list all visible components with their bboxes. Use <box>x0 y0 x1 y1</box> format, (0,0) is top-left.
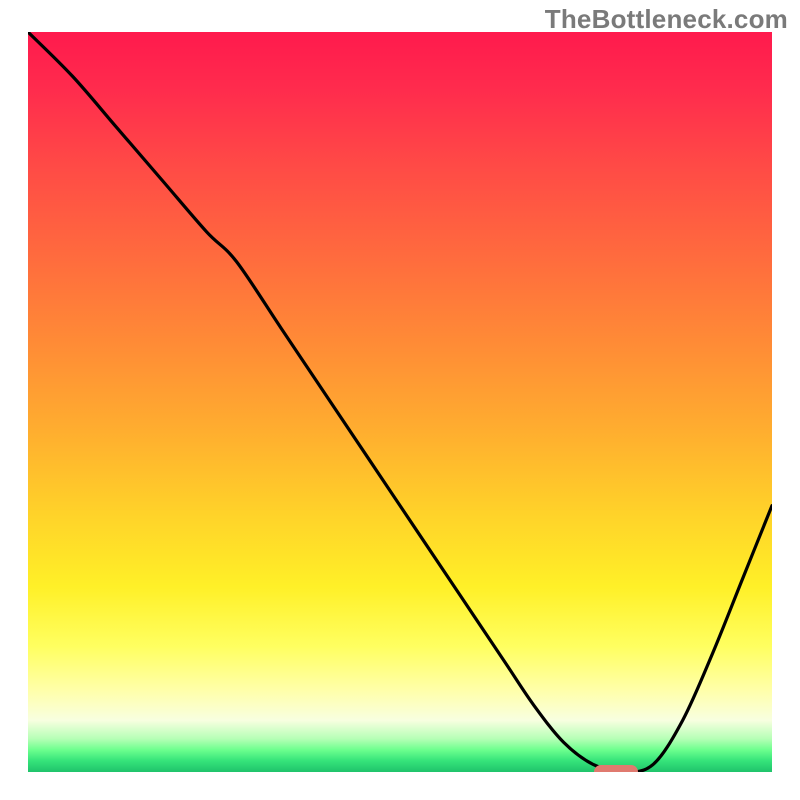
optimal-marker <box>594 765 638 772</box>
curve-path <box>28 32 772 772</box>
plot-area <box>28 32 772 772</box>
watermark-label: TheBottleneck.com <box>545 4 788 35</box>
chart-container: TheBottleneck.com <box>0 0 800 800</box>
bottleneck-curve <box>28 32 772 772</box>
